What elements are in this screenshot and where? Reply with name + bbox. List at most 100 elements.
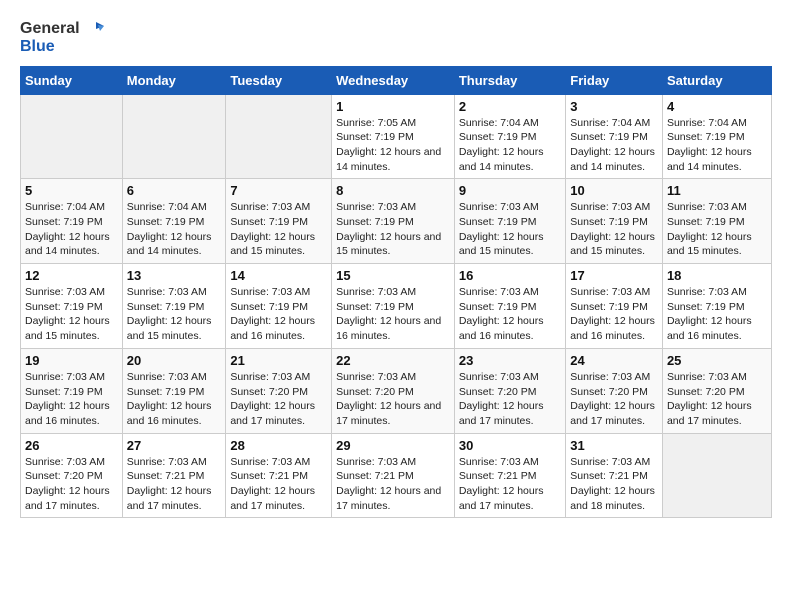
logo-general: General xyxy=(20,20,80,37)
header-cell-thursday: Thursday xyxy=(454,66,565,94)
day-cell xyxy=(122,94,226,179)
day-info: Sunrise: 7:03 AM Sunset: 7:21 PM Dayligh… xyxy=(459,455,561,514)
day-cell: 16Sunrise: 7:03 AM Sunset: 7:19 PM Dayli… xyxy=(454,264,565,349)
day-cell: 14 Sunrise: 7:03 AM Sunset: 7:19 PM Dayli… xyxy=(226,264,332,349)
day-number: 28 xyxy=(230,438,327,453)
day-info: Sunrise: 7:03 AM Sunset: 7:19 PM Dayligh… xyxy=(230,285,327,344)
day-cell: 11 Sunrise: 7:03 AM Sunset: 7:19 PM Dayli… xyxy=(662,179,771,264)
day-info: Sunrise: 7:03 AM Sunset: 7:21 PM Dayligh… xyxy=(336,455,450,514)
day-info: Sunrise: 7:03 AM Sunset: 7:20 PM Dayligh… xyxy=(336,370,450,429)
day-number: 18 xyxy=(667,268,767,283)
day-number: 12 xyxy=(25,268,118,283)
header-row: SundayMondayTuesdayWednesdayThursdayFrid… xyxy=(21,66,772,94)
day-info: Sunrise: 7:03 AM Sunset: 7:19 PM Dayligh… xyxy=(336,285,450,344)
day-number: 26 xyxy=(25,438,118,453)
day-info: Sunrise: 7:03 AM Sunset: 7:20 PM Dayligh… xyxy=(230,370,327,429)
day-number: 22 xyxy=(336,353,450,368)
calendar-header: SundayMondayTuesdayWednesdayThursdayFrid… xyxy=(21,66,772,94)
day-cell xyxy=(21,94,123,179)
day-cell: 23 Sunrise: 7:03 AM Sunset: 7:20 PM Dayli… xyxy=(454,348,565,433)
day-number: 23 xyxy=(459,353,561,368)
day-cell: 20Sunrise: 7:03 AM Sunset: 7:19 PM Dayli… xyxy=(122,348,226,433)
week-row-1: 1 Sunrise: 7:05 AM Sunset: 7:19 PM Daylig… xyxy=(21,94,772,179)
header-cell-monday: Monday xyxy=(122,66,226,94)
header-cell-friday: Friday xyxy=(566,66,663,94)
day-cell: 22 Sunrise: 7:03 AM Sunset: 7:20 PM Dayli… xyxy=(332,348,455,433)
day-cell: 7 Sunrise: 7:03 AM Sunset: 7:19 PM Daylig… xyxy=(226,179,332,264)
header-cell-wednesday: Wednesday xyxy=(332,66,455,94)
day-number: 10 xyxy=(570,183,658,198)
day-info: Sunrise: 7:03 AM Sunset: 7:20 PM Dayligh… xyxy=(570,370,658,429)
calendar-body: 1 Sunrise: 7:05 AM Sunset: 7:19 PM Daylig… xyxy=(21,94,772,518)
day-cell: 19 Sunrise: 7:03 AM Sunset: 7:19 PM Dayli… xyxy=(21,348,123,433)
day-info: Sunrise: 7:04 AM Sunset: 7:19 PM Dayligh… xyxy=(25,200,118,259)
week-row-5: 26 Sunrise: 7:03 AM Sunset: 7:20 PM Dayli… xyxy=(21,433,772,518)
logo: General Blue xyxy=(20,20,104,56)
day-cell: 26 Sunrise: 7:03 AM Sunset: 7:20 PM Dayli… xyxy=(21,433,123,518)
day-number: 17 xyxy=(570,268,658,283)
day-cell: 25 Sunrise: 7:03 AM Sunset: 7:20 PM Dayli… xyxy=(662,348,771,433)
week-row-4: 19 Sunrise: 7:03 AM Sunset: 7:19 PM Dayli… xyxy=(21,348,772,433)
day-number: 6 xyxy=(127,183,222,198)
day-cell: 6 Sunrise: 7:04 AM Sunset: 7:19 PM Daylig… xyxy=(122,179,226,264)
day-cell: 9 Sunrise: 7:03 AM Sunset: 7:19 PM Daylig… xyxy=(454,179,565,264)
day-cell: 27Sunrise: 7:03 AM Sunset: 7:21 PM Dayli… xyxy=(122,433,226,518)
day-number: 25 xyxy=(667,353,767,368)
day-info: Sunrise: 7:03 AM Sunset: 7:19 PM Dayligh… xyxy=(25,370,118,429)
week-row-2: 5Sunrise: 7:04 AM Sunset: 7:19 PM Daylig… xyxy=(21,179,772,264)
day-info: Sunrise: 7:03 AM Sunset: 7:19 PM Dayligh… xyxy=(230,200,327,259)
header: General Blue xyxy=(20,20,772,56)
calendar-table: SundayMondayTuesdayWednesdayThursdayFrid… xyxy=(20,66,772,519)
day-info: Sunrise: 7:04 AM Sunset: 7:19 PM Dayligh… xyxy=(127,200,222,259)
day-number: 16 xyxy=(459,268,561,283)
day-cell: 18 Sunrise: 7:03 AM Sunset: 7:19 PM Dayli… xyxy=(662,264,771,349)
day-info: Sunrise: 7:03 AM Sunset: 7:19 PM Dayligh… xyxy=(667,200,767,259)
day-cell: 5Sunrise: 7:04 AM Sunset: 7:19 PM Daylig… xyxy=(21,179,123,264)
day-cell: 28 Sunrise: 7:03 AM Sunset: 7:21 PM Dayli… xyxy=(226,433,332,518)
day-cell xyxy=(226,94,332,179)
day-cell: 1 Sunrise: 7:05 AM Sunset: 7:19 PM Daylig… xyxy=(332,94,455,179)
day-cell: 24 Sunrise: 7:03 AM Sunset: 7:20 PM Dayli… xyxy=(566,348,663,433)
day-info: Sunrise: 7:03 AM Sunset: 7:19 PM Dayligh… xyxy=(570,285,658,344)
day-cell: 15Sunrise: 7:03 AM Sunset: 7:19 PM Dayli… xyxy=(332,264,455,349)
day-number: 29 xyxy=(336,438,450,453)
day-number: 24 xyxy=(570,353,658,368)
day-number: 7 xyxy=(230,183,327,198)
day-cell: 4Sunrise: 7:04 AM Sunset: 7:19 PM Daylig… xyxy=(662,94,771,179)
day-info: Sunrise: 7:03 AM Sunset: 7:19 PM Dayligh… xyxy=(459,200,561,259)
day-number: 14 xyxy=(230,268,327,283)
day-info: Sunrise: 7:05 AM Sunset: 7:19 PM Dayligh… xyxy=(336,116,450,175)
day-info: Sunrise: 7:04 AM Sunset: 7:19 PM Dayligh… xyxy=(667,116,767,175)
day-cell xyxy=(662,433,771,518)
day-info: Sunrise: 7:03 AM Sunset: 7:20 PM Dayligh… xyxy=(667,370,767,429)
day-info: Sunrise: 7:03 AM Sunset: 7:19 PM Dayligh… xyxy=(25,285,118,344)
day-number: 3 xyxy=(570,99,658,114)
day-cell: 29 Sunrise: 7:03 AM Sunset: 7:21 PM Dayli… xyxy=(332,433,455,518)
day-cell: 8 Sunrise: 7:03 AM Sunset: 7:19 PM Daylig… xyxy=(332,179,455,264)
day-cell: 31 Sunrise: 7:03 AM Sunset: 7:21 PM Dayli… xyxy=(566,433,663,518)
day-number: 19 xyxy=(25,353,118,368)
day-cell: 17 Sunrise: 7:03 AM Sunset: 7:19 PM Dayli… xyxy=(566,264,663,349)
day-info: Sunrise: 7:03 AM Sunset: 7:20 PM Dayligh… xyxy=(25,455,118,514)
day-number: 9 xyxy=(459,183,561,198)
week-row-3: 12 Sunrise: 7:03 AM Sunset: 7:19 PM Dayli… xyxy=(21,264,772,349)
day-info: Sunrise: 7:04 AM Sunset: 7:19 PM Dayligh… xyxy=(459,116,561,175)
day-cell: 12 Sunrise: 7:03 AM Sunset: 7:19 PM Dayli… xyxy=(21,264,123,349)
day-number: 20 xyxy=(127,353,222,368)
day-info: Sunrise: 7:03 AM Sunset: 7:19 PM Dayligh… xyxy=(570,200,658,259)
day-info: Sunrise: 7:03 AM Sunset: 7:19 PM Dayligh… xyxy=(336,200,450,259)
day-number: 13 xyxy=(127,268,222,283)
day-number: 11 xyxy=(667,183,767,198)
day-info: Sunrise: 7:03 AM Sunset: 7:20 PM Dayligh… xyxy=(459,370,561,429)
header-cell-sunday: Sunday xyxy=(21,66,123,94)
day-cell: 30 Sunrise: 7:03 AM Sunset: 7:21 PM Dayli… xyxy=(454,433,565,518)
day-info: Sunrise: 7:03 AM Sunset: 7:19 PM Dayligh… xyxy=(127,285,222,344)
day-number: 31 xyxy=(570,438,658,453)
day-number: 8 xyxy=(336,183,450,198)
day-number: 2 xyxy=(459,99,561,114)
day-info: Sunrise: 7:03 AM Sunset: 7:21 PM Dayligh… xyxy=(230,455,327,514)
day-number: 1 xyxy=(336,99,450,114)
day-info: Sunrise: 7:03 AM Sunset: 7:19 PM Dayligh… xyxy=(667,285,767,344)
day-info: Sunrise: 7:03 AM Sunset: 7:21 PM Dayligh… xyxy=(570,455,658,514)
day-number: 30 xyxy=(459,438,561,453)
